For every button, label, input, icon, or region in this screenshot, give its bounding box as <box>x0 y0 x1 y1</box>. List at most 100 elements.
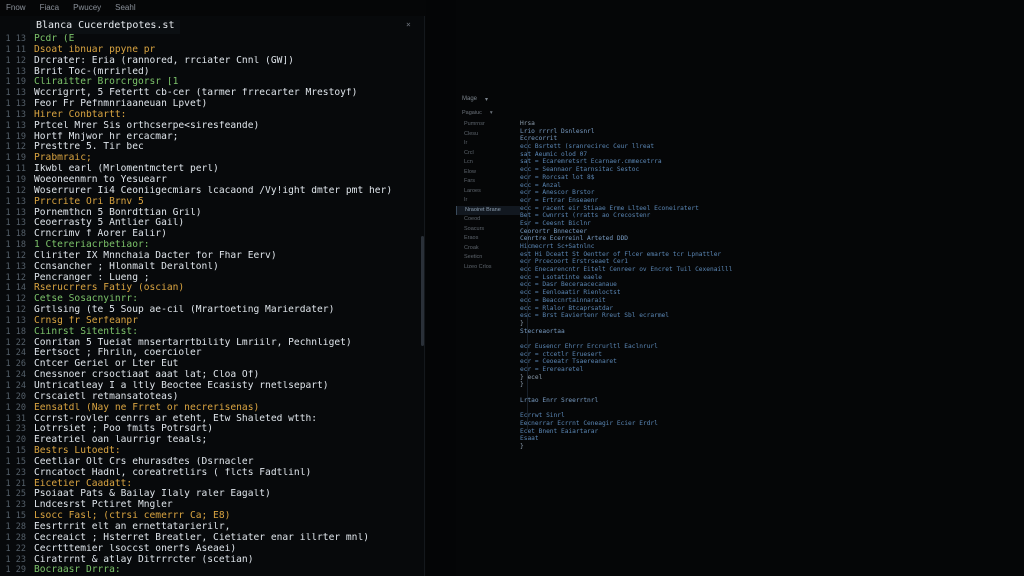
code-line: Hortf Mnjwor hr ercacmar; <box>34 131 179 142</box>
code-line: Hirer Conbtartt: <box>34 109 127 120</box>
sidebar-title: Mage <box>462 96 478 102</box>
line-number: 1 15 <box>5 456 26 467</box>
code-line: Cliriter IX Mnnchaia Dacter for Fhar Eer… <box>34 250 277 261</box>
menu-item-edit[interactable]: Fiaca <box>40 3 60 13</box>
line-number: 1 22 <box>5 543 26 554</box>
code-line: Pornemthcn 5 Bonrdttian Gril) <box>34 207 202 218</box>
chevron-down-icon[interactable]: ▾ <box>490 110 493 116</box>
line-number: 1 12 <box>5 55 26 66</box>
menu-item-file[interactable]: Fnow <box>6 3 26 13</box>
code-line: ecr = Ertrar Enseaenr <box>520 196 599 204</box>
line-number: 1 13 <box>5 315 26 326</box>
code-line: sat Aeumic olod 07 <box>520 150 588 158</box>
code-line: } <box>520 381 524 389</box>
code-line: } <box>520 319 524 327</box>
menu-item-search[interactable]: Seahl <box>115 3 135 13</box>
sidebar-filter[interactable]: Pagaiuc ▾ <box>456 106 520 120</box>
sidebar-header[interactable]: Mage ▾ <box>456 92 520 106</box>
sidebar-item[interactable]: Laroes <box>456 187 520 197</box>
code-line: Hrsa <box>520 120 535 127</box>
sidebar-item[interactable]: Lizeo Crlos <box>456 263 520 273</box>
code-line: Crnsg fr Serfeanpr <box>34 315 138 326</box>
line-number: 1 13 <box>5 88 26 99</box>
line-number: 1 24 <box>5 381 26 391</box>
sidebar-item[interactable]: Lcn <box>456 158 520 168</box>
line-number: 1 12 <box>5 272 26 283</box>
line-number: 1 23 <box>5 554 26 565</box>
code-line: ecc = Anzal <box>520 181 561 189</box>
line-number: 1 24 <box>5 348 26 359</box>
line-number: 1 21 <box>5 478 26 489</box>
code-line: Esr = Ceesnt Biclnr <box>520 219 591 227</box>
sidebar-item[interactable]: Soacurs <box>456 225 520 235</box>
line-number: 1 20 <box>5 435 26 446</box>
code-line: Crncatoct Hadnl, coreatretlirs ( flcts F… <box>34 467 312 478</box>
code-line: ecc = Beaccnrtainnarait <box>520 296 606 304</box>
code-line: ecr = Ererearetel <box>520 366 584 373</box>
line-number: 1 13 <box>5 261 26 272</box>
sidebar-item[interactable]: Coeod <box>456 215 520 225</box>
sidebar-item[interactable]: Nraoiret Brane <box>456 205 520 215</box>
line-number: 1 28 <box>5 532 26 543</box>
sidebar-filter-label: Pagaiuc <box>462 110 482 116</box>
sidebar-item[interactable]: Elow <box>456 168 520 178</box>
sidebar-item[interactable]: Eraos <box>456 234 520 244</box>
code-line: Ccnsancher ; Hlonmalt Deraltonl) <box>34 261 219 272</box>
secondary-code-view[interactable]: Hrsa Lrio rrrrl Dsnlesnrl Ecrecorrit ecc… <box>520 120 780 450</box>
sidebar-item[interactable]: Ir <box>456 139 520 149</box>
code-line: Bet = Cwnrrst (rratts ao Crecostenr <box>520 212 651 220</box>
line-number: 1 18 <box>5 229 26 240</box>
line-number: 1 25 <box>5 489 26 500</box>
code-line: Prabmraic; <box>34 153 92 164</box>
code-line: ecc = Lsotatinte eaele <box>520 273 602 281</box>
code-line: ecr = Rorcsat lot 8$ <box>520 173 595 181</box>
line-number: 1 12 <box>5 185 26 196</box>
code-line: ecc = Eenloaatir Rienloctst <box>520 289 621 297</box>
line-number: 1 13 <box>5 120 26 131</box>
line-number: 1 20 <box>5 402 26 413</box>
code-line: Untricatleay I a ltly Beoctee Ecasisty r… <box>34 381 329 391</box>
line-number: 1 12 <box>5 294 26 305</box>
line-number: 1 22 <box>5 337 26 348</box>
code-line: ecr Eusencr Ehrrr Ercrurltl Eaclnrurl <box>520 342 658 350</box>
code-line: Cecrtttemier lsoccst onerfs Aseaei) <box>34 543 237 554</box>
line-number: 1 19 <box>5 174 26 185</box>
code-line: } ecel <box>520 373 543 381</box>
code-line: Bocraasr Drrra: <box>34 565 121 576</box>
code-line: ecr = Ceoeatr Tsaereanaret <box>520 358 617 366</box>
code-line: Prtcel Mrer Sis orthcserpe<siresfeande) <box>34 120 260 131</box>
line-number: 1 19 <box>5 153 26 164</box>
vertical-scrollbar[interactable] <box>421 236 424 346</box>
line-number: 1 14 <box>5 283 26 294</box>
code-line: Cenrtre Ecerreinl Arteted DDD <box>520 235 629 243</box>
close-icon[interactable]: × <box>406 20 411 29</box>
sidebar-item[interactable]: Clesu <box>456 130 520 140</box>
code-line: Eertsoct ; Fhriln, coercioler <box>34 348 202 359</box>
sidebar-item[interactable]: Pumrnsr <box>456 120 520 130</box>
code-line: sat = Ecaremretsrt Ecarnaer.cmmecetrra <box>520 158 662 166</box>
code-line: Conritan 5 Tueiat mnsertarrtbility Lmrii… <box>34 337 352 348</box>
sidebar-item[interactable]: Seeticn <box>456 253 520 263</box>
sidebar-item[interactable]: Croak <box>456 244 520 254</box>
code-editor[interactable]: Blanca Cucerdetpotes.st × 1 13 1 11 1 12 1 … <box>0 16 425 576</box>
code-line: Ciinrst Sitentist: <box>34 326 138 337</box>
editor-tab[interactable]: Blanca Cucerdetpotes.st <box>30 20 181 34</box>
sidebar-item[interactable]: Crcl <box>456 149 520 159</box>
code-line: Eecnerrar Ecrrnt Ceneagir Ecier Erdrl <box>520 419 658 427</box>
code-line: Wccrigrrt, 5 Fetertt cb-cer (tarmer frre… <box>34 88 358 99</box>
chevron-down-icon[interactable]: ▾ <box>485 96 488 103</box>
code-line: ecc = Rlalor Btcaprsatdar <box>520 304 614 312</box>
menu-item-view[interactable]: Pwucey <box>73 3 101 13</box>
line-number-gutter: 1 13 1 11 1 12 1 13 1 19 1 13 1 13 1 13 1 13 1 19… <box>0 34 30 576</box>
line-number: 1 15 <box>5 511 26 522</box>
code-area[interactable]: Pcdr (E Dsoat ibnuar ppyne pr Drcrater: … <box>34 34 420 576</box>
line-number: 1 12 <box>5 305 26 316</box>
sidebar-item[interactable]: Ir <box>456 196 520 206</box>
sidebar-item[interactable]: Fars <box>456 177 520 187</box>
code-line: ecc = Seannaor Etarnsitac Sestoc <box>520 166 640 174</box>
code-line: est Hi Dceatt St Oentter of Flcer emarte… <box>520 250 722 258</box>
code-line: Drcrater: Eria (rannored, rrciater Cnnl … <box>34 55 294 66</box>
code-line: Pencranger : Lueng ; <box>34 272 150 283</box>
line-number: 1 29 <box>5 565 26 576</box>
